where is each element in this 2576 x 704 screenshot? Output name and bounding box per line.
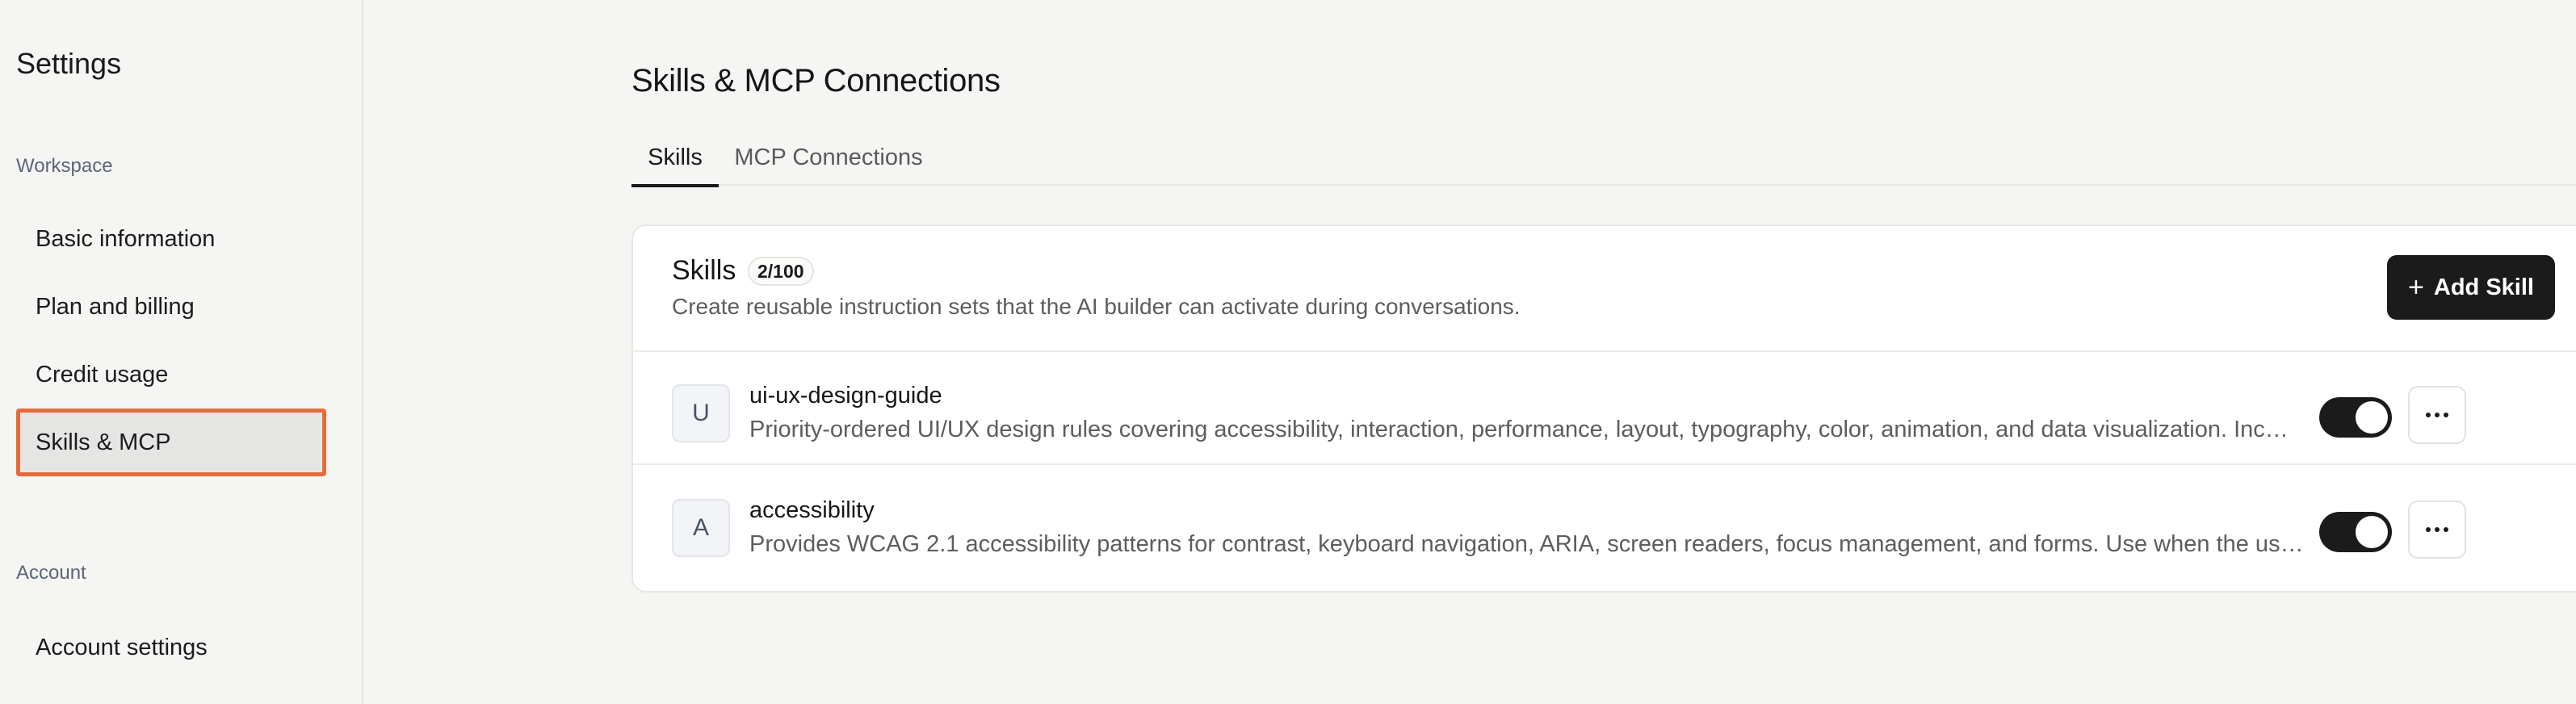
skill-row: U ui-ux-design-guide Priority-ordered UI…: [633, 352, 2576, 465]
toggle-knob: [2356, 516, 2388, 548]
sidebar-item-label: Credit usage: [36, 361, 169, 388]
sidebar-item-plan-and-billing[interactable]: Plan and billing: [16, 273, 326, 341]
sidebar-item-label: Skills & MCP: [36, 429, 171, 455]
sidebar-title: Settings: [16, 47, 122, 80]
tab-label: MCP Connections: [734, 144, 923, 170]
skill-name: ui-ux-design-guide: [749, 383, 942, 409]
settings-sidebar: Settings Workspace Basic information Pla…: [0, 0, 363, 704]
sidebar-item-credit-usage[interactable]: Credit usage: [16, 341, 326, 409]
skill-avatar: U: [672, 384, 730, 442]
skill-enabled-toggle[interactable]: [2319, 512, 2392, 552]
add-skill-button[interactable]: + Add Skill: [2387, 255, 2555, 320]
sidebar-item-label: Plan and billing: [36, 293, 195, 320]
skill-row: A accessibility Provides WCAG 2.1 access…: [633, 467, 2576, 580]
tab-mcp-connections[interactable]: MCP Connections: [732, 129, 925, 186]
skills-card-description: Create reusable instruction sets that th…: [672, 294, 1521, 319]
sidebar-item-label: Basic information: [36, 225, 216, 252]
skill-description: Priority-ordered UI/UX design rules cove…: [749, 417, 2289, 442]
sidebar-item-label: Account settings: [36, 634, 208, 660]
skills-card-title: Skills: [672, 255, 736, 286]
skill-more-options-button[interactable]: [2408, 386, 2466, 444]
skills-count-badge: 2/100: [748, 257, 814, 286]
skill-avatar: A: [672, 499, 730, 557]
skills-card: Skills 2/100 Create reusable instruction…: [631, 224, 2576, 593]
skill-name: accessibility: [749, 497, 875, 523]
more-dots-icon: [2426, 527, 2431, 532]
skills-card-header: Skills 2/100 Create reusable instruction…: [633, 226, 2576, 352]
tab-skills[interactable]: Skills: [631, 129, 719, 187]
skill-description: Provides WCAG 2.1 accessibility patterns…: [749, 531, 2304, 557]
workspace-section-label: Workspace: [16, 155, 113, 177]
sidebar-item-skills-mcp[interactable]: Skills & MCP: [16, 409, 326, 476]
page-title: Skills & MCP Connections: [631, 63, 1001, 98]
skill-more-options-button[interactable]: [2408, 501, 2466, 559]
plus-icon: +: [2408, 272, 2424, 303]
account-section-label: Account: [16, 562, 86, 584]
tab-bar: Skills MCP Connections: [631, 129, 2576, 187]
tab-label: Skills: [648, 144, 703, 170]
sidebar-item-basic-information[interactable]: Basic information: [16, 205, 326, 273]
add-skill-label: Add Skill: [2433, 274, 2534, 300]
skill-enabled-toggle[interactable]: [2319, 397, 2392, 438]
more-dots-icon: [2426, 413, 2431, 417]
sidebar-item-account-settings[interactable]: Account settings: [16, 614, 326, 681]
main-content: Skills & MCP Connections Skills MCP Conn…: [363, 0, 2576, 704]
toggle-knob: [2356, 401, 2388, 434]
